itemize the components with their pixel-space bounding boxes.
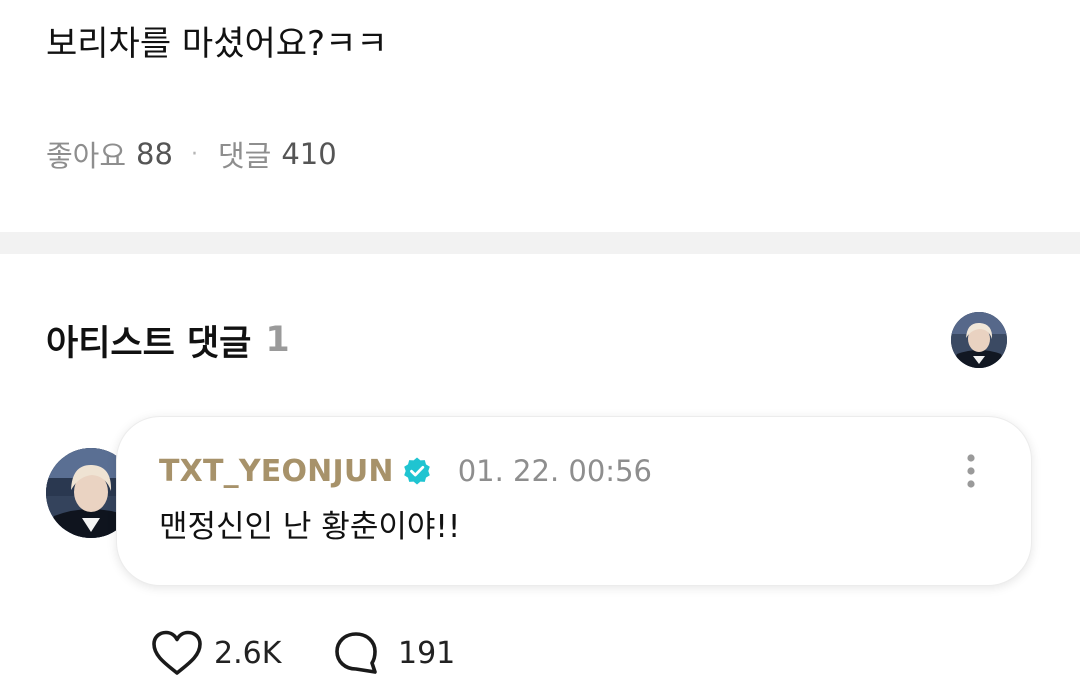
post-text: 보리차를 마셨어요?ㅋㅋ [46,24,388,64]
stats-separator: · [190,141,198,167]
section-divider [0,232,1080,254]
speech-bubble-icon [332,629,380,677]
comments-count[interactable]: 410 [281,137,336,171]
like-count: 2.6K [214,635,282,671]
artist-comments-title: 아티스트 댓글 [46,323,252,364]
comment-card: TXT_YEONJUN 01. 22. 00:56 맨정신인 난 황춘이야!! [116,416,1032,586]
like-button[interactable]: 2.6K [150,628,281,678]
artist-avatar-icon[interactable] [951,312,1007,368]
likes-label[interactable]: 좋아요 [46,133,126,175]
likes-count[interactable]: 88 [136,137,173,171]
reply-count: 191 [398,635,456,671]
more-vertical-icon[interactable] [951,451,991,491]
comment-meta: TXT_YEONJUN 01. 22. 00:56 [159,449,652,493]
artist-comments-count: 1 [265,320,290,360]
artist-comments-header: 아티스트 댓글 1 [46,312,290,368]
comment-timestamp: 01. 22. 00:56 [457,454,652,488]
heart-icon [150,629,204,677]
post-stats: 좋아요 88 · 댓글 410 [46,132,337,176]
artist-avatar-image [951,312,1007,368]
reply-button[interactable]: 191 [332,628,455,678]
comment-body: 맨정신인 난 황춘이야!! [159,509,461,545]
comments-label[interactable]: 댓글 [218,133,271,175]
comment-author[interactable]: TXT_YEONJUN [159,454,394,489]
verified-badge-icon [402,456,432,486]
